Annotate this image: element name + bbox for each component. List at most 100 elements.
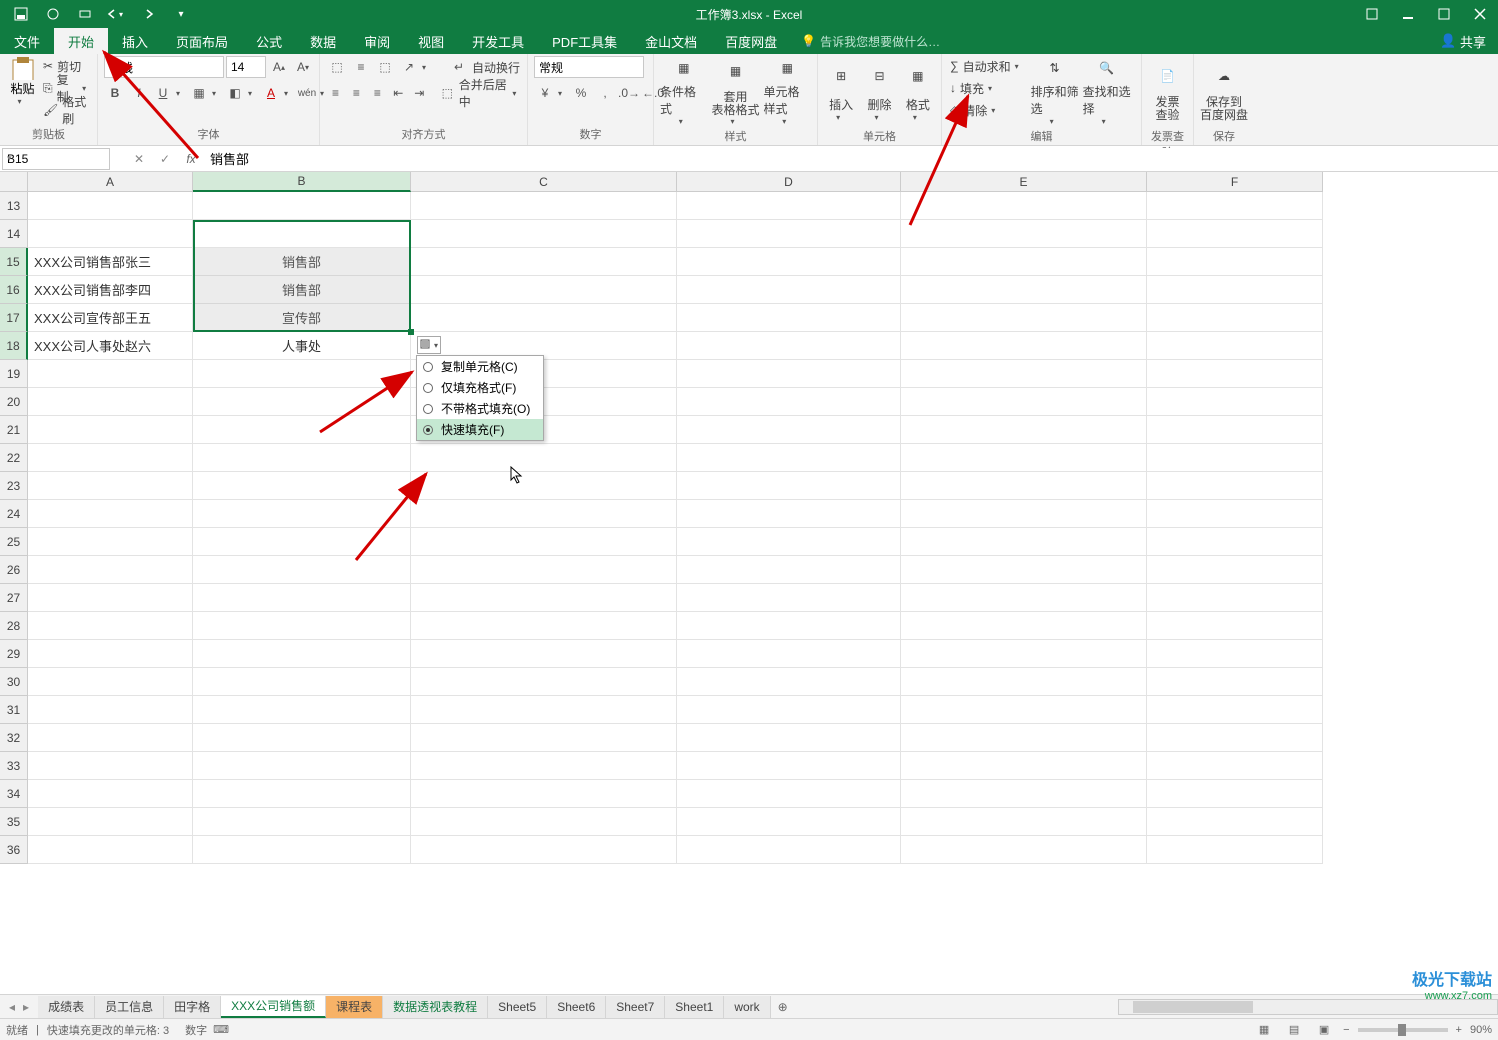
cell[interactable] bbox=[193, 836, 411, 864]
cell[interactable] bbox=[901, 276, 1147, 304]
cell[interactable] bbox=[193, 220, 411, 248]
cell[interactable] bbox=[901, 248, 1147, 276]
menu-fill-format-only[interactable]: 仅填充格式(F) bbox=[417, 377, 543, 398]
cell-styles-button[interactable]: ▦单元格样式▾ bbox=[764, 56, 812, 126]
name-box[interactable]: B15▾ bbox=[2, 148, 110, 170]
cell[interactable] bbox=[411, 696, 677, 724]
cell[interactable]: 销售部 bbox=[193, 276, 411, 304]
cell[interactable] bbox=[1147, 752, 1323, 780]
row-header[interactable]: 15 bbox=[0, 248, 28, 276]
cell[interactable] bbox=[901, 192, 1147, 220]
cell[interactable] bbox=[28, 472, 193, 500]
row-header[interactable]: 27 bbox=[0, 584, 28, 612]
cell[interactable] bbox=[677, 612, 901, 640]
cell[interactable] bbox=[193, 444, 411, 472]
cell[interactable] bbox=[677, 836, 901, 864]
cell[interactable]: XXX公司销售部张三 bbox=[28, 248, 193, 276]
cell[interactable]: XXX公司宣传部王五 bbox=[28, 304, 193, 332]
row-header[interactable]: 30 bbox=[0, 668, 28, 696]
row-header[interactable]: 24 bbox=[0, 500, 28, 528]
cell[interactable] bbox=[901, 444, 1147, 472]
cell[interactable] bbox=[1147, 556, 1323, 584]
row-header[interactable]: 20 bbox=[0, 388, 28, 416]
cell[interactable] bbox=[677, 472, 901, 500]
tab-review[interactable]: 审阅 bbox=[350, 28, 404, 54]
cell[interactable] bbox=[193, 528, 411, 556]
cell[interactable] bbox=[28, 612, 193, 640]
cell[interactable] bbox=[901, 500, 1147, 528]
font-size-select[interactable] bbox=[226, 56, 266, 78]
cancel-formula-button[interactable]: ✕ bbox=[126, 148, 152, 170]
cell[interactable] bbox=[411, 276, 677, 304]
cell[interactable] bbox=[1147, 584, 1323, 612]
sheet-tab-4[interactable]: 课程表 bbox=[326, 996, 383, 1018]
orientation-button[interactable]: ↗ bbox=[398, 56, 420, 78]
cell[interactable] bbox=[28, 696, 193, 724]
cell[interactable] bbox=[677, 220, 901, 248]
format-painter-button[interactable]: 🖌格式刷 bbox=[43, 100, 91, 120]
insert-function-button[interactable]: fx bbox=[178, 148, 204, 170]
cell[interactable] bbox=[901, 388, 1147, 416]
sort-filter-button[interactable]: ⇅排序和筛选▾ bbox=[1031, 56, 1079, 126]
cell[interactable] bbox=[28, 388, 193, 416]
cell[interactable] bbox=[1147, 416, 1323, 444]
tab-data[interactable]: 数据 bbox=[296, 28, 350, 54]
cell[interactable] bbox=[677, 416, 901, 444]
cell[interactable] bbox=[411, 780, 677, 808]
fill-button[interactable]: ↓填充▾ bbox=[948, 78, 1027, 98]
increase-indent-button[interactable]: ⇥ bbox=[410, 82, 429, 104]
cell[interactable] bbox=[28, 584, 193, 612]
cell[interactable] bbox=[193, 780, 411, 808]
paste-button[interactable]: 粘贴 ▾ bbox=[6, 56, 39, 106]
fill-color-button[interactable]: ◧ bbox=[224, 82, 246, 104]
cell[interactable] bbox=[677, 304, 901, 332]
cell[interactable] bbox=[411, 836, 677, 864]
sheet-tab-1[interactable]: 员工信息 bbox=[95, 996, 164, 1018]
cell[interactable] bbox=[901, 696, 1147, 724]
menu-copy-cells[interactable]: 复制单元格(C) bbox=[417, 356, 543, 377]
cell[interactable] bbox=[411, 752, 677, 780]
cell[interactable] bbox=[193, 808, 411, 836]
minimize-button[interactable] bbox=[1390, 0, 1426, 28]
cell[interactable] bbox=[677, 528, 901, 556]
cell[interactable] bbox=[28, 836, 193, 864]
row-header[interactable]: 34 bbox=[0, 780, 28, 808]
row-header[interactable]: 36 bbox=[0, 836, 28, 864]
cell[interactable] bbox=[411, 668, 677, 696]
bold-button[interactable]: B bbox=[104, 82, 126, 104]
cell[interactable] bbox=[1147, 304, 1323, 332]
cell[interactable] bbox=[1147, 808, 1323, 836]
cell[interactable] bbox=[411, 724, 677, 752]
cell[interactable] bbox=[28, 808, 193, 836]
print-preview-button[interactable] bbox=[70, 2, 100, 26]
find-select-button[interactable]: 🔍查找和选择▾ bbox=[1083, 56, 1131, 126]
clear-button[interactable]: ◇清除▾ bbox=[948, 100, 1027, 120]
cell[interactable] bbox=[1147, 724, 1323, 752]
autosum-button[interactable]: ∑自动求和▾ bbox=[948, 56, 1027, 76]
cell[interactable] bbox=[1147, 640, 1323, 668]
invoice-check-button[interactable]: 📄发票 查验 bbox=[1148, 56, 1187, 126]
cell[interactable] bbox=[677, 696, 901, 724]
align-top-button[interactable]: ⬚ bbox=[326, 56, 348, 78]
cell[interactable] bbox=[677, 192, 901, 220]
row-header[interactable]: 14 bbox=[0, 220, 28, 248]
cell[interactable] bbox=[411, 528, 677, 556]
cell[interactable]: 宣传部 bbox=[193, 304, 411, 332]
row-header[interactable]: 33 bbox=[0, 752, 28, 780]
cell[interactable] bbox=[901, 808, 1147, 836]
sheet-tab-6[interactable]: Sheet5 bbox=[488, 996, 547, 1018]
italic-button[interactable]: I bbox=[128, 82, 150, 104]
cell[interactable] bbox=[193, 584, 411, 612]
number-format-select[interactable] bbox=[534, 56, 644, 78]
cell[interactable] bbox=[1147, 388, 1323, 416]
close-button[interactable] bbox=[1462, 0, 1498, 28]
column-header[interactable]: A bbox=[28, 172, 193, 192]
cell[interactable] bbox=[1147, 248, 1323, 276]
row-header[interactable]: 35 bbox=[0, 808, 28, 836]
cell[interactable] bbox=[28, 724, 193, 752]
cell[interactable] bbox=[1147, 472, 1323, 500]
cell[interactable] bbox=[1147, 220, 1323, 248]
font-name-select[interactable] bbox=[104, 56, 224, 78]
menu-flash-fill[interactable]: 快速填充(F) bbox=[417, 419, 543, 440]
sheet-tab-9[interactable]: Sheet1 bbox=[665, 996, 724, 1018]
